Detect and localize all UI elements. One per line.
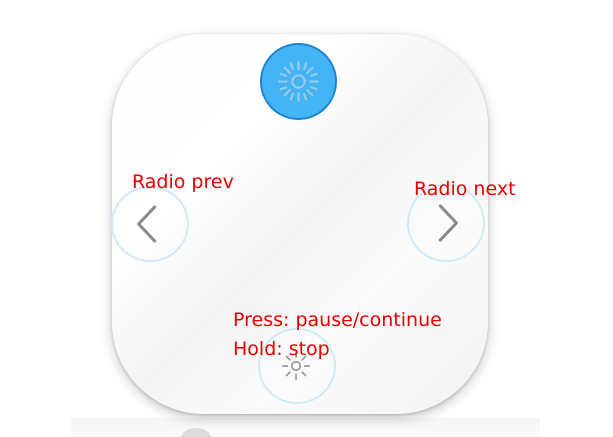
- floor-shadow: [70, 418, 540, 437]
- radio-next-label: Radio next: [414, 178, 516, 200]
- chevron-left-icon: [137, 205, 157, 243]
- top-sun-button[interactable]: [260, 43, 337, 120]
- sun-icon: [278, 61, 319, 102]
- press-action-label: Press: pause/continue: [233, 309, 442, 331]
- radio-prev-label: Radio prev: [132, 171, 234, 193]
- hold-action-label: Hold: stop: [233, 338, 330, 360]
- remote-stage: Radio prev Radio next Press: pause/conti…: [0, 0, 613, 437]
- radio-prev-button[interactable]: [111, 186, 189, 262]
